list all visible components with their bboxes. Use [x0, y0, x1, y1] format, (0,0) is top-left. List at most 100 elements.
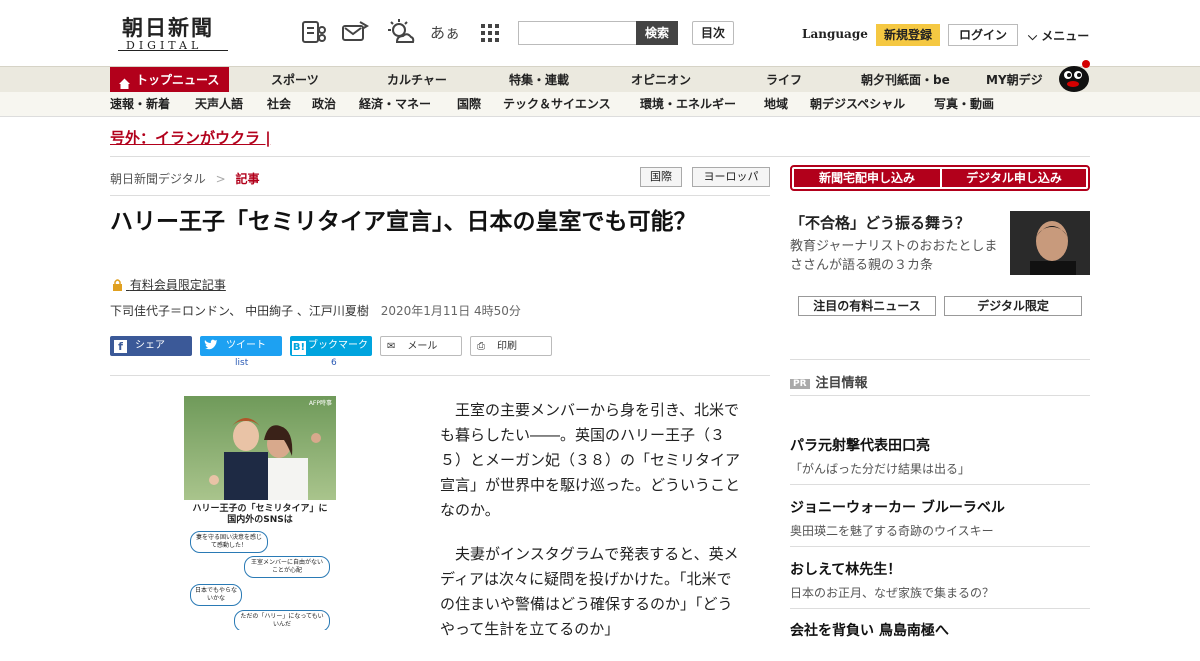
speech-bubble: 妻を守る固い決意を感じて感動した！	[190, 531, 268, 553]
nav-culture[interactable]: カルチャー	[387, 67, 447, 93]
register-button[interactable]: 新規登録	[876, 24, 940, 46]
nav-opinion[interactable]: オピニオン	[631, 67, 691, 93]
nav-politics[interactable]: 政治	[312, 92, 336, 117]
nav-tensei-jingo[interactable]: 天声人語	[195, 92, 243, 117]
nav-photo-video[interactable]: 写真・動画	[934, 92, 994, 117]
article-photo[interactable]: AFP時事 ハリー王子の「セミリタイア」に国内外のSNSは 妻を守る固い決意を感…	[184, 396, 336, 630]
logo-main: 朝日新聞	[122, 15, 214, 40]
grid-menu-icon[interactable]	[476, 18, 506, 48]
nav-newspaper[interactable]: 朝夕刊紙面・be	[861, 67, 950, 93]
tag-europe[interactable]: ヨーロッパ	[692, 167, 770, 187]
font-size-icon[interactable]: あぁ	[430, 18, 460, 48]
publish-date: 2020年1月11日 4時50分	[380, 304, 521, 318]
speech-bubble: 王室メンバーに自由がないことが心配	[244, 556, 330, 578]
breadcrumb-current: 記事	[235, 172, 260, 186]
print-button[interactable]: ⎙ 印刷	[470, 336, 552, 356]
pr-badge: PR	[790, 378, 810, 389]
speech-bubble: 日本でもやらないかな	[190, 584, 242, 606]
subscribe-paper-button[interactable]: 新聞宅配申し込み	[794, 169, 940, 187]
nav-latest[interactable]: 速報・新着	[110, 92, 170, 117]
mail-icon: ✉	[387, 341, 396, 352]
search-button[interactable]: 検索	[636, 21, 678, 45]
article-paragraph: 夫妻がインスタグラムで発表すると、英メディアは次々に疑問を投げかけた。「北米での…	[440, 545, 739, 638]
twitter-share-label: ツイート	[226, 340, 266, 351]
contents-button[interactable]: 目次	[692, 21, 734, 45]
divider	[790, 395, 1090, 396]
search-input[interactable]	[518, 21, 636, 45]
paid-label-text: 有料会員限定記事	[129, 278, 226, 292]
twitter-icon	[204, 338, 218, 358]
login-button[interactable]: ログイン	[948, 24, 1018, 46]
nav-society[interactable]: 社会	[267, 92, 291, 117]
pr-item-title: パラ元射撃代表田口亮	[790, 438, 930, 454]
nav-tech-science[interactable]: テック＆サイエンス	[503, 92, 611, 117]
divider	[110, 375, 770, 376]
menu-button[interactable]: ⌵ メニュー	[1028, 27, 1089, 44]
nav-my-asadigi[interactable]: MY朝デジ	[986, 67, 1043, 93]
article-paragraph: 王室の主要メンバーから身を引き、北米でも暮らしたい――。英国のハリー王子（３５）…	[440, 401, 741, 519]
site-header: 朝日新聞 DIGITAL あぁ 検索 目次 Language 新規登録 ログイン…	[0, 0, 1200, 66]
nav-economy[interactable]: 経済・マネー	[359, 92, 431, 117]
promo-description[interactable]: 教育ジャーナリストのおおたとしまささんが語る親の３カ条	[790, 237, 1002, 275]
pr-item-desc: 「がんばった分だけ結果は出る」	[790, 462, 971, 476]
subscribe-digital-button[interactable]: デジタル申し込み	[942, 169, 1086, 187]
print-icon: ⎙	[477, 341, 485, 352]
nav-features[interactable]: 特集・連載	[509, 67, 569, 93]
weather-icon[interactable]	[385, 18, 415, 48]
pr-item-title: おしえて林先生！	[790, 562, 902, 578]
article-title: ハリー王子「セミリタイア宣言」、日本の皇室でも可能？	[110, 209, 697, 235]
nav-item-label: トップニュース	[136, 73, 220, 87]
nav-international[interactable]: 国際	[457, 92, 481, 117]
tab-digital-only[interactable]: デジタル限定	[944, 296, 1082, 316]
byline: 下司佳代子＝ロンドン、 中田絢子 、江戸川夏樹 2020年1月11日 4時50分	[110, 302, 521, 319]
lock-icon	[112, 278, 123, 294]
pr-item-title: ジョニーウォーカー ブルーラベル	[790, 500, 1005, 516]
menu-label: メニュー	[1041, 29, 1090, 43]
hatena-icon: B!	[292, 341, 306, 355]
nav-life[interactable]: ライフ	[766, 67, 802, 93]
pr-title: 注目情報	[815, 376, 868, 391]
nav-regional[interactable]: 地域	[764, 92, 788, 117]
hatena-count[interactable]: 6	[331, 358, 337, 368]
paid-article-label[interactable]: 有料会員限定記事	[112, 276, 226, 294]
tag-international[interactable]: 国際	[640, 167, 682, 187]
nav-sports[interactable]: スポーツ	[271, 67, 319, 93]
pr-item-desc: 奥田瑛二を魅了する奇跡のウイスキー	[790, 524, 994, 538]
breaking-news-link[interactable]: 号外：イランがウクラ |	[110, 127, 271, 148]
pr-heading: PR 注目情報	[790, 372, 868, 391]
divider	[110, 156, 1090, 157]
pr-list-item[interactable]: ジョニーウォーカー ブルーラベル 奥田瑛二を魅了する奇跡のウイスキー	[790, 497, 1090, 539]
facebook-share-button[interactable]: f シェア	[110, 336, 192, 356]
message-icon[interactable]	[340, 18, 370, 48]
pr-list-item[interactable]: パラ元射撃代表田口亮 「がんばった分だけ結果は出る」	[790, 435, 1090, 477]
twitter-share-button[interactable]: ツイート	[200, 336, 282, 356]
breadcrumb: 朝日新聞デジタル > 記事	[110, 170, 260, 187]
nav-top-news[interactable]: トップニュース	[110, 67, 230, 93]
twitter-count[interactable]: list	[235, 358, 248, 368]
pr-list-item[interactable]: おしえて林先生！ 日本のお正月、なぜ家族で集まるの？	[790, 559, 1090, 601]
hatena-bookmark-button[interactable]: B! ブックマーク	[290, 336, 372, 356]
subscribe-box: 新聞宅配申し込み デジタル申し込み	[790, 165, 1090, 191]
nav-environment[interactable]: 環境・エネルギー	[640, 92, 736, 117]
language-link[interactable]: Language	[802, 27, 868, 41]
site-logo[interactable]: 朝日新聞 DIGITAL	[118, 12, 233, 56]
breadcrumb-home[interactable]: 朝日新聞デジタル	[110, 172, 206, 186]
promo-portrait[interactable]	[1010, 211, 1090, 275]
facebook-share-label: シェア	[135, 340, 165, 351]
photo-credit: AFP時事	[308, 400, 332, 407]
photo-caption: ハリー王子の「セミリタイア」に国内外のSNSは	[192, 504, 328, 525]
divider	[790, 546, 1090, 547]
breaking-text: 号外：イランがウクラ	[110, 129, 261, 147]
nav-special[interactable]: 朝デジスペシャル	[810, 92, 905, 117]
pr-item-desc: 日本のお正月、なぜ家族で集まるの？	[790, 586, 995, 600]
divider	[790, 608, 1090, 609]
primary-nav: トップニュース スポーツ カルチャー 特集・連載 オピニオン ライフ 朝夕刊紙面…	[0, 60, 1200, 93]
promo-title[interactable]: 「不合格」どう振る舞う？	[790, 212, 970, 233]
tab-paid-news[interactable]: 注目の有料ニュース	[798, 296, 936, 316]
logo-sub: DIGITAL	[126, 39, 203, 52]
newspaper-icon[interactable]	[300, 18, 330, 48]
mail-share-button[interactable]: ✉ メール	[380, 336, 462, 356]
authors: 下司佳代子＝ロンドン、 中田絢子 、江戸川夏樹	[110, 304, 369, 318]
facebook-icon: f	[114, 340, 127, 353]
pr-list-item[interactable]: 会社を背負い 鳥島南極へ	[790, 620, 1090, 640]
